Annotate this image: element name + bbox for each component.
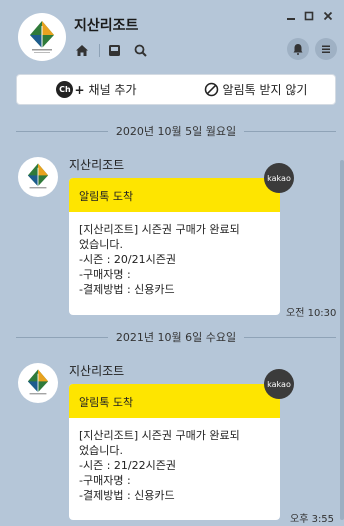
scrollbar[interactable] [340,160,344,520]
message-line: -시즌 : 20/21시즌권 [79,253,176,266]
message-line: 었습니다. [79,238,123,251]
resort-logo-icon [30,21,54,53]
sender-name: 지산리조트 [69,364,125,378]
message-time: 오전 10:30 [286,308,337,319]
alert-message-bubble[interactable]: 알림톡 도착 [지산리조트] 시즌권 구매가 완료되 었습니다. -시즌 : 2… [69,369,294,520]
search-icon[interactable] [130,40,150,60]
date-label: 2021년 10월 6일 수요일 [115,331,237,344]
header-separator [99,44,100,57]
minimize-icon[interactable] [284,10,298,24]
alert-header: 알림톡 도착 [69,384,280,418]
bell-icon[interactable] [287,38,309,60]
message-line: -결제방법 : 신용카드 [79,283,175,296]
profile-avatar[interactable] [18,13,66,61]
inbox-icon[interactable] [104,40,124,60]
message-line: -구매자명 : [79,474,131,487]
message-line: -구매자명 : [79,268,131,281]
block-alerts-button[interactable]: 알림톡 받지 않기 [176,75,335,104]
message-time: 오후 3:55 [290,514,335,525]
block-icon [204,82,218,97]
chat-title: 지산리조트 [74,18,139,34]
plus-icon: + [74,82,85,97]
date-divider: 2020년 10월 5일 월요일 [16,124,337,138]
add-channel-label: 채널 추가 [88,83,137,97]
message-line: -시즌 : 21/22시즌권 [79,459,176,472]
alert-body: [지산리조트] 시즌권 구매가 완료되 었습니다. -시즌 : 20/21시즌권… [69,212,280,305]
date-divider: 2021년 10월 6일 수요일 [16,330,337,344]
sender-name: 지산리조트 [69,158,125,172]
date-label: 2020년 10월 5일 월요일 [115,125,237,138]
alert-message-bubble[interactable]: 알림톡 도착 [지산리조트] 시즌권 구매가 완료되 었습니다. -시즌 : 2… [69,163,294,315]
block-alerts-label: 알림톡 받지 않기 [222,83,308,97]
channel-action-bar: Ch + 채널 추가 알림톡 받지 않기 [16,74,336,105]
kakao-badge: kakao [264,369,294,399]
kakao-badge: kakao [264,163,294,193]
alert-header: 알림톡 도착 [69,178,280,212]
alert-body: [지산리조트] 시즌권 구매가 완료되 었습니다. -시즌 : 21/22시즌권… [69,418,280,511]
add-channel-button[interactable]: Ch + 채널 추가 [17,75,176,104]
channel-badge-icon: Ch [56,81,74,98]
message-line: [지산리조트] 시즌권 구매가 완료되 [79,223,240,236]
message-line: [지산리조트] 시즌권 구매가 완료되 [79,429,240,442]
home-icon[interactable] [72,40,92,60]
menu-icon[interactable] [315,38,337,60]
resort-logo-icon [27,163,49,189]
message-line: -결제방법 : 신용카드 [79,489,175,502]
sender-avatar[interactable] [18,157,58,197]
close-icon[interactable] [321,10,335,24]
message-line: 었습니다. [79,444,123,457]
maximize-icon[interactable] [302,10,316,24]
chat-header: 지산리조트 [0,0,344,72]
resort-logo-icon [27,369,49,395]
sender-avatar[interactable] [18,363,58,403]
